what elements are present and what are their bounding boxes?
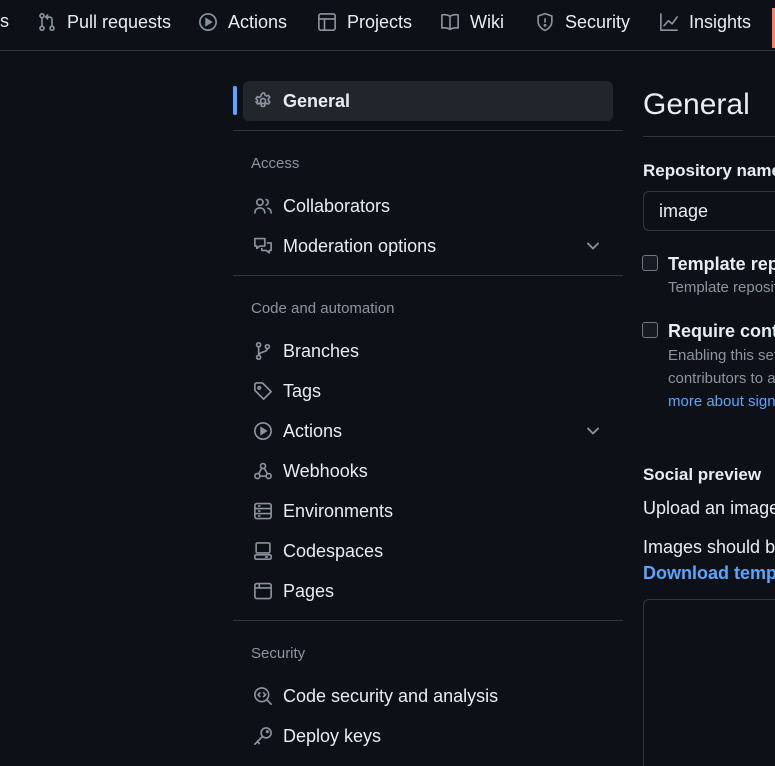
learn-more-link[interactable]: more about sign: [668, 390, 775, 413]
require-contrib-desc-line2: contributors to a: [668, 370, 775, 387]
sidebar-item-general[interactable]: General: [243, 81, 613, 121]
sidebar-item-pages[interactable]: Pages: [243, 571, 613, 611]
tab-label: Pull requests: [67, 11, 172, 32]
download-template-link[interactable]: Download templ: [643, 563, 775, 584]
sidebar-item-label: Tags: [283, 380, 322, 401]
tab-actions[interactable]: Actions: [198, 0, 287, 44]
sidebar-item-webhooks[interactable]: Webhooks: [243, 451, 613, 491]
sidebar-item-collaborators[interactable]: Collaborators: [243, 186, 613, 226]
tab-label: Actions: [228, 11, 288, 32]
sidebar-item-codespaces[interactable]: Codespaces: [243, 531, 613, 571]
webhook-icon: [254, 462, 272, 480]
sidebar-item-label: Environments: [283, 500, 394, 521]
require-contrib-title: Require contr: [668, 321, 775, 341]
tab-label: Security: [565, 11, 631, 32]
sidebar-heading-security: Security: [251, 645, 306, 662]
codespaces-icon: [254, 542, 272, 560]
shield-icon: [537, 12, 553, 32]
sidebar-item-branches[interactable]: Branches: [243, 331, 613, 371]
sidebar-item-label: Actions: [283, 420, 343, 441]
template-repo-title: Template repo: [668, 254, 775, 274]
book-icon: [441, 13, 459, 31]
sidebar-item-moderation-options[interactable]: Moderation options: [243, 226, 613, 266]
require-contrib-checkbox[interactable]: [642, 322, 658, 338]
repo-name-input[interactable]: [643, 191, 775, 231]
chevron-down-icon[interactable]: [583, 421, 603, 441]
sidebar-divider: [233, 130, 623, 131]
sidebar-item-label: Collaborators: [283, 195, 391, 216]
tab-projects[interactable]: Projects: [317, 0, 412, 44]
tab-wiki[interactable]: Wiki: [440, 0, 504, 44]
sidebar-item-environments[interactable]: Environments: [243, 491, 613, 531]
sidebar-divider: [233, 620, 623, 621]
repo-nav: s Pull requests Actions Projects Wiki Se…: [0, 0, 775, 51]
chevron-down-icon[interactable]: [583, 236, 603, 256]
codescan-icon: [254, 687, 272, 705]
require-contrib-desc-line1: Enabling this set: [668, 347, 775, 364]
social-preview-line2: Images should be: [643, 537, 775, 557]
tab-label: Wiki: [470, 11, 504, 32]
table-icon: [318, 13, 336, 31]
template-repo-checkbox[interactable]: [642, 255, 658, 271]
sidebar-item-label: Branches: [283, 340, 360, 361]
server-icon: [254, 502, 272, 520]
repo-name-label: Repository name: [643, 161, 775, 180]
sidebar-item-tags[interactable]: Tags: [243, 371, 613, 411]
sidebar-item-label: Deploy keys: [283, 725, 382, 746]
play-icon: [199, 13, 217, 31]
social-preview-line1: Upload an image: [643, 498, 775, 518]
active-indicator: [233, 86, 237, 115]
sidebar-item-label: Codespaces: [283, 540, 384, 561]
tab-label: Projects: [347, 11, 413, 32]
tab-security[interactable]: Security: [535, 0, 630, 44]
sidebar-heading-code-automation: Code and automation: [251, 300, 395, 317]
sidebar-divider: [233, 275, 623, 276]
pull-request-icon: [39, 12, 55, 32]
sidebar-item-label: Code security and analysis: [283, 685, 499, 706]
tab-code-fragment[interactable]: s: [0, 11, 9, 32]
git-branch-icon: [255, 341, 271, 361]
sidebar-item-deploy-keys[interactable]: Deploy keys: [243, 716, 613, 756]
social-preview-image-box[interactable]: [643, 599, 775, 766]
title-divider: [643, 136, 775, 137]
gear-icon: [254, 92, 271, 108]
sidebar-heading-access: Access: [251, 155, 300, 172]
people-icon: [254, 198, 272, 214]
social-preview-heading: Social preview: [643, 465, 762, 484]
page-title: General: [643, 88, 750, 121]
sidebar-item-label: General: [283, 90, 351, 111]
template-repo-desc: Template reposit: [668, 279, 775, 296]
sidebar-item-code-security[interactable]: Code security and analysis: [243, 676, 613, 716]
tag-icon: [254, 382, 272, 400]
key-icon: [254, 727, 272, 745]
graph-icon: [660, 13, 678, 31]
comment-discussion-icon: [254, 237, 272, 254]
tab-insights[interactable]: Insights: [659, 0, 751, 44]
sidebar-item-actions[interactable]: Actions: [243, 411, 613, 451]
browser-icon: [254, 582, 272, 600]
play-icon: [254, 422, 272, 440]
tab-pull-requests[interactable]: Pull requests: [37, 0, 171, 44]
sidebar-item-label: Moderation options: [283, 235, 437, 256]
sidebar-item-label: Pages: [283, 580, 335, 601]
sidebar-item-label: Webhooks: [283, 460, 368, 481]
tab-label: Insights: [689, 11, 752, 32]
